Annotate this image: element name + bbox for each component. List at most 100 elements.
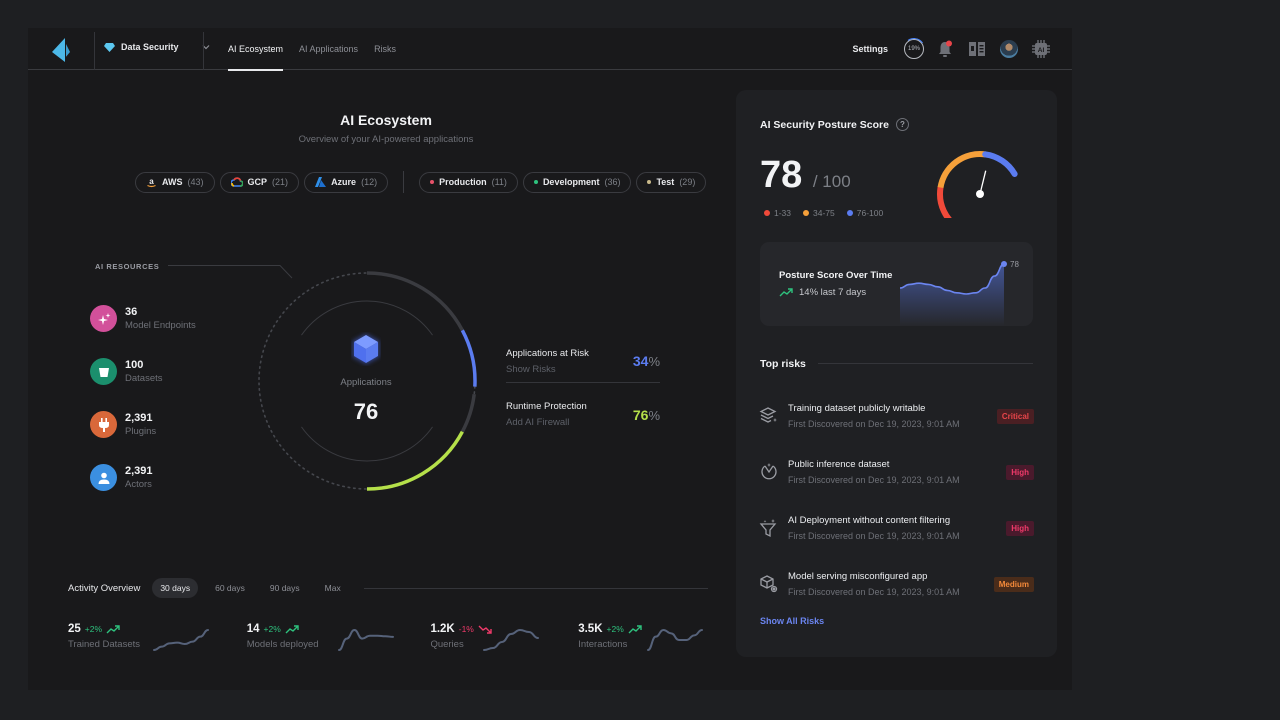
chip-count: (21) bbox=[272, 177, 289, 187]
period-30-days[interactable]: 30 days bbox=[152, 578, 199, 598]
sparkline-path bbox=[337, 628, 394, 651]
chip-label: Production bbox=[439, 177, 487, 187]
arrow-line bbox=[285, 625, 299, 633]
risk-item[interactable]: Model serving misconfigured app First Dis… bbox=[758, 556, 1034, 612]
aws-icon: a bbox=[147, 177, 156, 187]
metric-value: 3.5K bbox=[578, 623, 603, 635]
gauge-needle-hub bbox=[976, 190, 984, 198]
filter-chip-aws[interactable]: a AWS (43) bbox=[135, 171, 215, 193]
sparkline-path bbox=[483, 628, 540, 651]
resource-item-datasets[interactable]: 100 Datasets bbox=[90, 345, 196, 398]
posture-trend-card[interactable]: Posture Score Over Time 14% last 7 days … bbox=[760, 242, 1033, 326]
tab-risks[interactable]: Risks bbox=[374, 28, 396, 70]
filter-chip-production[interactable]: Production (11) bbox=[419, 171, 518, 193]
metric-change: +2% bbox=[606, 624, 624, 634]
layers-sparkle-icon bbox=[758, 405, 780, 427]
top-nav: Data Security AI Ecosystem AI Applicatio… bbox=[28, 28, 1072, 71]
bell-icon bbox=[939, 40, 952, 57]
chip-label: Azure bbox=[331, 177, 357, 187]
product-switcher[interactable]: Data Security bbox=[104, 42, 211, 52]
add-ai-firewall-link[interactable]: Add AI Firewall bbox=[506, 417, 587, 428]
severity-badge: High bbox=[1006, 464, 1034, 480]
ai-assistant-button[interactable]: AI bbox=[1030, 38, 1052, 60]
user-menu[interactable] bbox=[998, 38, 1020, 60]
stat-runtime-protection: Runtime Protection Add AI Firewall 76% bbox=[506, 382, 660, 440]
filter-chip-gcp[interactable]: GCP (21) bbox=[219, 171, 300, 193]
notifications-button[interactable] bbox=[934, 38, 956, 60]
divider bbox=[363, 587, 708, 589]
divider bbox=[203, 32, 204, 70]
filter-chip-azure[interactable]: Azure (12) bbox=[304, 171, 389, 193]
svg-text:AI: AI bbox=[1038, 47, 1045, 54]
risk-item[interactable]: Public inference dataset First Discovered… bbox=[758, 444, 1034, 500]
resource-item-plugins[interactable]: 2,391 Plugins bbox=[90, 398, 196, 451]
severity-badge: Critical bbox=[996, 408, 1034, 424]
period-90-days[interactable]: 90 days bbox=[262, 578, 308, 598]
settings-link[interactable]: Settings bbox=[852, 44, 888, 54]
nav-tabs: AI Ecosystem AI Applications Risks bbox=[228, 28, 396, 71]
period-max[interactable]: Max bbox=[317, 578, 349, 598]
show-all-risks-link[interactable]: Show All Risks bbox=[760, 616, 824, 626]
risk-item[interactable]: AI Deployment without content filtering F… bbox=[758, 500, 1034, 556]
arrow-line bbox=[106, 625, 120, 633]
logo-icon[interactable] bbox=[52, 38, 74, 62]
avatar bbox=[1000, 40, 1018, 58]
show-risks-link[interactable]: Show Risks bbox=[506, 364, 589, 375]
metric-queries: 1.2K -1% Queries bbox=[430, 623, 578, 657]
trend-title: Posture Score Over Time bbox=[779, 270, 893, 281]
resource-item-actors[interactable]: 2,391 Actors bbox=[90, 451, 196, 504]
gcp-icon bbox=[230, 177, 243, 187]
risk-discovered: First Discovered on Dec 19, 2023, 9:01 A… bbox=[788, 419, 960, 429]
status-dot bbox=[647, 180, 652, 184]
box-gear-icon bbox=[758, 573, 780, 595]
metric-interactions: 3.5K +2% Interactions bbox=[578, 623, 718, 657]
chip-count: (43) bbox=[187, 177, 204, 187]
resource-item-model-endpoints[interactable]: 36 Model Endpoints bbox=[90, 292, 196, 345]
trend-up-icon bbox=[106, 624, 120, 633]
arrow-line bbox=[628, 625, 642, 633]
tab-ai-applications[interactable]: AI Applications bbox=[299, 28, 358, 70]
posture-trend-chart: 78 bbox=[900, 260, 1019, 326]
resource-value: 36 bbox=[125, 306, 138, 318]
risk-item[interactable]: Training dataset publicly writable First … bbox=[758, 388, 1034, 444]
progress-label: 19% bbox=[907, 46, 920, 52]
legend-label: 1-33 bbox=[774, 208, 792, 218]
filter-chip-test[interactable]: Test (29) bbox=[636, 171, 707, 193]
sparkline bbox=[647, 628, 704, 651]
filter-chip-development[interactable]: Development (36) bbox=[522, 171, 632, 193]
trend-subtitle: 14% last 7 days bbox=[779, 287, 866, 298]
ring-protected-arc bbox=[366, 430, 464, 491]
stat-value: 34% bbox=[633, 353, 660, 369]
resource-value: 100 bbox=[125, 359, 144, 371]
tab-ai-ecosystem[interactable]: AI Ecosystem bbox=[228, 28, 284, 71]
period-60-days[interactable]: 60 days bbox=[207, 578, 253, 598]
trend-up-icon bbox=[628, 624, 642, 633]
legend-dot bbox=[846, 210, 853, 216]
activity-title: Activity Overview bbox=[68, 582, 141, 594]
chip-label: Test bbox=[656, 177, 675, 187]
resources-label: AI RESOURCES bbox=[95, 262, 160, 271]
resource-name: Plugins bbox=[125, 426, 157, 437]
applications-label: Applications bbox=[340, 377, 392, 388]
help-icon[interactable]: ? bbox=[895, 118, 909, 131]
chip-label: Development bbox=[542, 177, 600, 187]
trend-up-icon bbox=[779, 288, 793, 297]
page-title: AI Ecosystem bbox=[340, 112, 432, 128]
stat-unit: % bbox=[648, 354, 660, 369]
metric-value: 1.2K bbox=[430, 623, 455, 635]
docs-button[interactable] bbox=[966, 38, 988, 60]
gauge-red-arc bbox=[937, 184, 952, 218]
progress-indicator[interactable]: 19% bbox=[904, 39, 924, 59]
gauge-orange-arc bbox=[937, 151, 986, 189]
sparkline-path bbox=[647, 628, 704, 651]
trend-area bbox=[900, 264, 1004, 326]
stat-number: 76 bbox=[632, 406, 649, 423]
chip-count: (12) bbox=[361, 177, 378, 187]
legend-item: 34-75 bbox=[803, 208, 835, 218]
activity-metrics: 25 +2% Trained Datasets 14 +2% Models depl… bbox=[68, 623, 718, 657]
risk-discovered: First Discovered on Dec 19, 2023, 9:01 A… bbox=[788, 587, 960, 597]
chip-divider bbox=[403, 171, 405, 193]
legend-label: 76-100 bbox=[856, 208, 884, 218]
product-label: Data Security bbox=[121, 42, 179, 52]
risk-title: AI Deployment without content filtering bbox=[788, 515, 951, 526]
